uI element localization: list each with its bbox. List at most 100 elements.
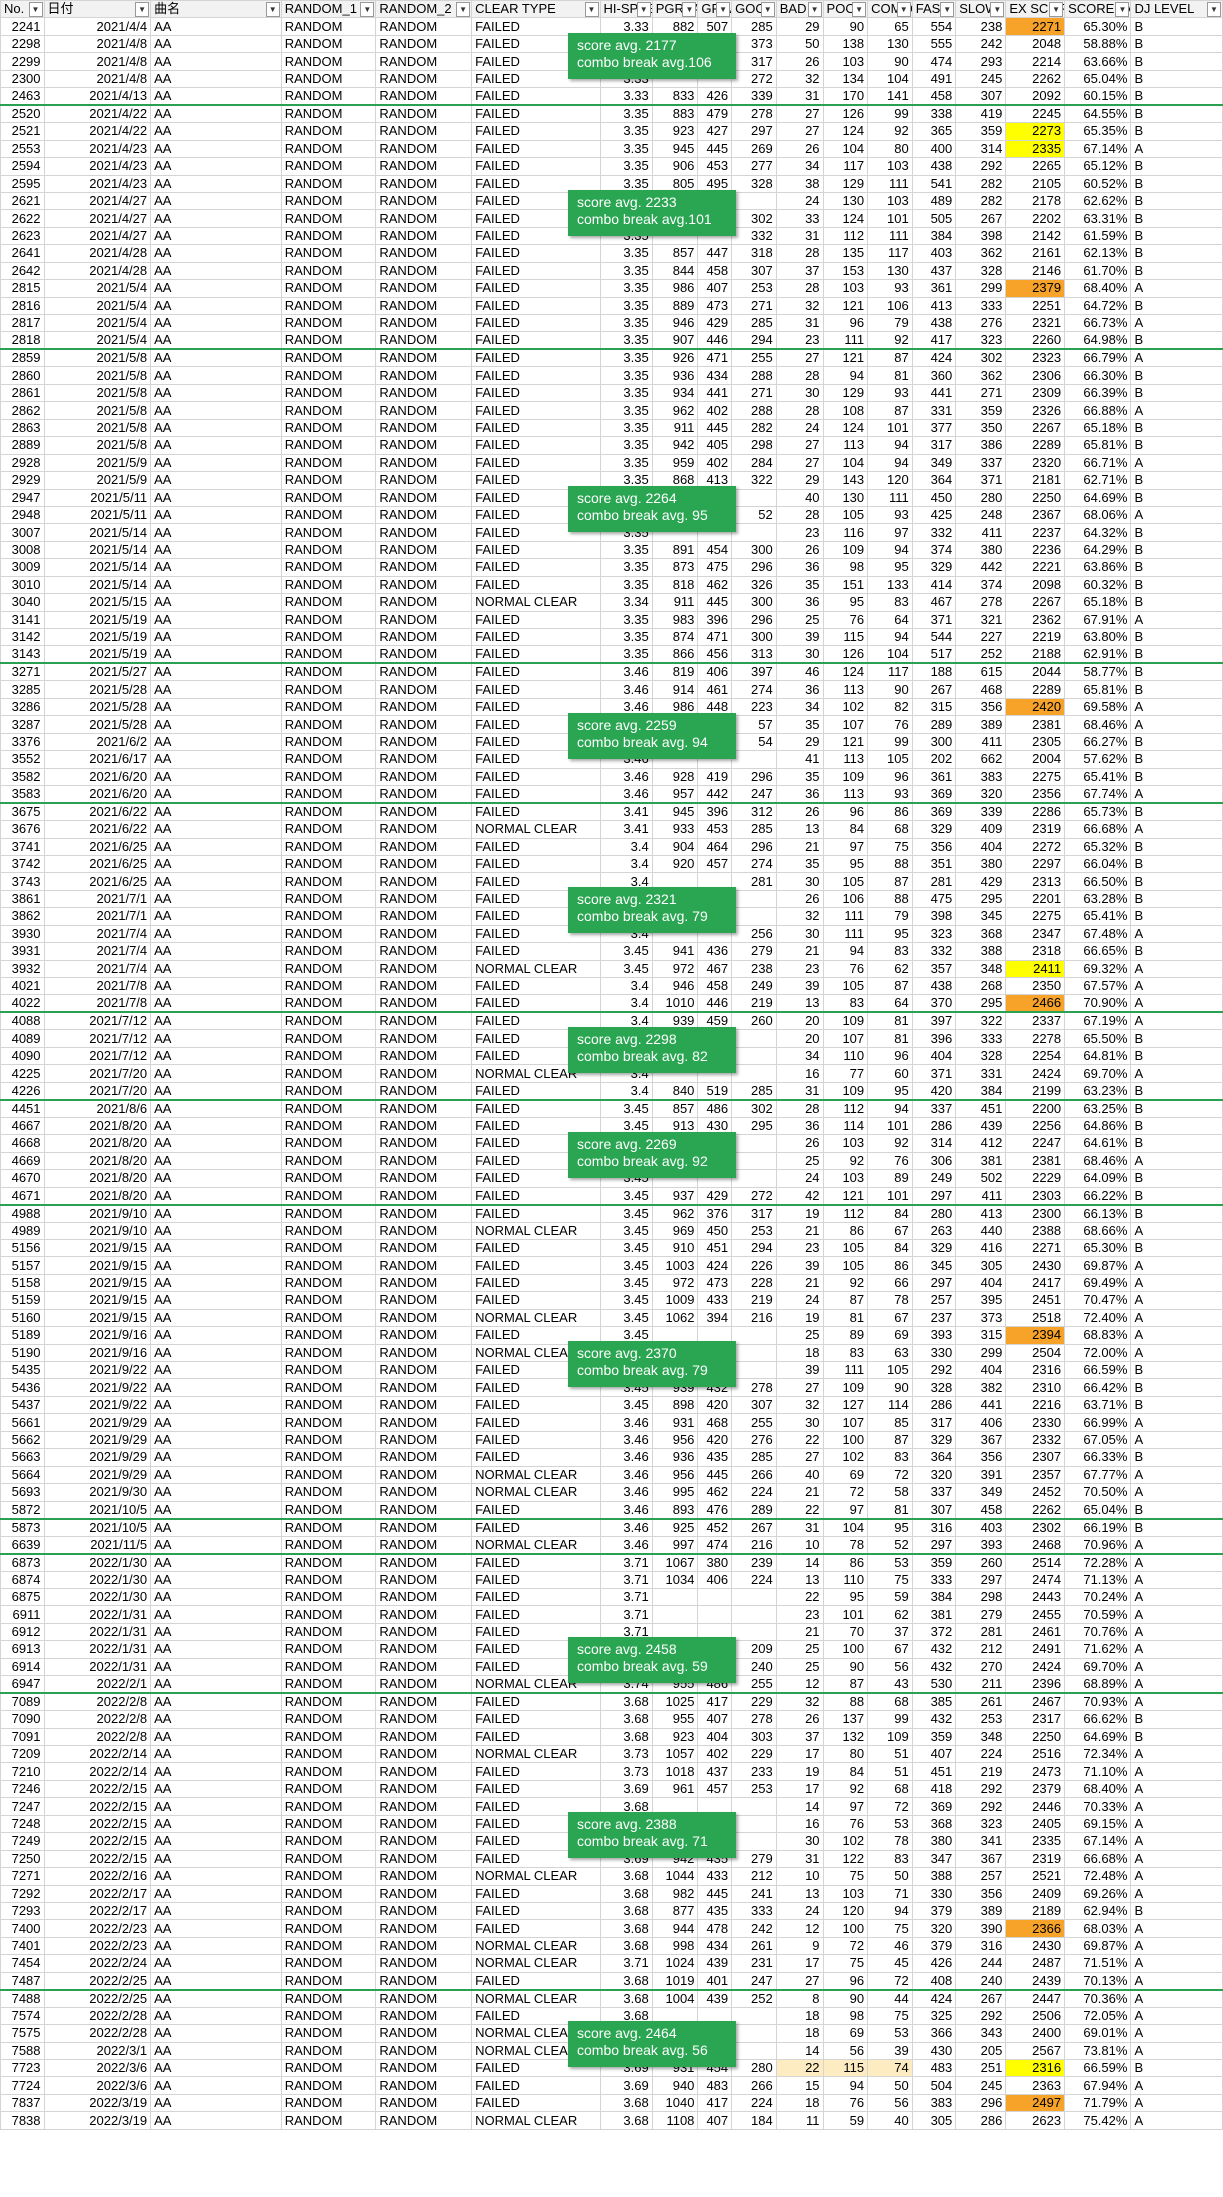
table-cell[interactable]: 289	[731, 1500, 777, 1519]
table-cell[interactable]: RANDOM	[280, 471, 377, 490]
table-cell[interactable]: A	[1130, 959, 1223, 979]
table-cell[interactable]: 111	[867, 488, 913, 507]
table-cell[interactable]: 211	[955, 1675, 1007, 1694]
table-cell[interactable]: 26	[775, 889, 824, 909]
table-cell[interactable]: 14	[775, 2041, 824, 2061]
table-cell[interactable]	[731, 2024, 777, 2043]
table-cell[interactable]: 3.45	[599, 1221, 653, 1240]
table-cell[interactable]: 94	[867, 1901, 913, 1921]
table-cell[interactable]: 65.32%	[1064, 837, 1132, 856]
table-cell[interactable]: RANDOM	[280, 2024, 377, 2043]
table-cell[interactable]: 64.55%	[1064, 104, 1132, 124]
table-cell[interactable]: AA	[150, 1308, 282, 1328]
table-cell[interactable]: 2022/2/25	[43, 1971, 152, 1991]
table-cell[interactable]: 969	[651, 1221, 699, 1240]
table-cell[interactable]: 3008	[0, 540, 45, 560]
table-cell[interactable]: 90	[867, 1378, 913, 1397]
table-cell[interactable]: 2216	[1005, 1395, 1066, 1415]
table-cell[interactable]: FAILED	[471, 1762, 601, 1781]
table-cell[interactable]: 184	[731, 2111, 777, 2130]
table-cell[interactable]: AA	[150, 1500, 282, 1519]
table-cell[interactable]: 2316	[1005, 2058, 1066, 2078]
table-cell[interactable]: RANDOM	[280, 610, 377, 630]
table-cell[interactable]: 87	[867, 1430, 913, 1450]
table-cell[interactable]: B	[1130, 2058, 1223, 2078]
table-cell[interactable]: 227	[955, 627, 1007, 647]
table-cell[interactable]: 2021/4/8	[43, 52, 152, 71]
table-cell[interactable]: 6639	[0, 1535, 45, 1554]
table-cell[interactable]: 326	[731, 575, 777, 595]
table-cell[interactable]: 956	[651, 1465, 699, 1485]
table-cell[interactable]: 2928	[0, 453, 45, 473]
table-cell[interactable]: 92	[867, 1134, 913, 1153]
table-cell[interactable]: 35	[775, 715, 824, 734]
table-cell[interactable]: AA	[150, 732, 282, 752]
table-cell[interactable]: 134	[822, 69, 869, 89]
table-cell[interactable]: FAILED	[471, 1605, 601, 1624]
table-cell[interactable]: 2021/9/22	[43, 1360, 152, 1380]
table-cell[interactable]: 475	[911, 889, 957, 909]
table-cell[interactable]: 69.01%	[1064, 2024, 1132, 2043]
table-cell[interactable]: 83	[867, 1849, 913, 1869]
table-cell[interactable]: 467	[911, 593, 957, 612]
table-cell[interactable]: 72	[867, 1465, 913, 1485]
table-cell[interactable]: 923	[651, 122, 699, 141]
table-cell[interactable]: RANDOM	[375, 1570, 473, 1589]
table-cell[interactable]: 111	[822, 924, 869, 944]
table-cell[interactable]: AA	[150, 1517, 282, 1537]
table-cell[interactable]: B	[1130, 680, 1223, 699]
table-cell[interactable]: 2022/1/30	[43, 1552, 152, 1572]
filter-dropdown-icon[interactable]: ▼	[456, 2, 471, 17]
table-cell[interactable]: 103	[822, 1134, 869, 1153]
table-cell[interactable]: 51	[867, 1744, 913, 1764]
table-cell[interactable]: 430	[911, 2041, 957, 2061]
table-cell[interactable]: FAILED	[471, 296, 601, 316]
table-cell[interactable]: B	[1130, 1029, 1223, 1048]
table-cell[interactable]: A	[1130, 1640, 1223, 1659]
table-cell[interactable]: 457	[697, 854, 733, 874]
table-cell[interactable]: 104	[867, 645, 913, 664]
table-cell[interactable]: 39	[775, 627, 824, 647]
table-cell[interactable]: 30	[775, 1832, 824, 1851]
table-cell[interactable]: 3.68	[599, 1727, 653, 1747]
table-cell[interactable]: RANDOM	[375, 1448, 473, 1467]
table-cell[interactable]: 20	[775, 1011, 824, 1031]
table-cell[interactable]: 261	[955, 1692, 1007, 1712]
table-cell[interactable]: 2022/2/15	[43, 1849, 152, 1869]
table-cell[interactable]: 98	[822, 558, 869, 577]
table-cell[interactable]: 292	[955, 2006, 1007, 2026]
table-cell[interactable]: 2302	[1005, 1517, 1066, 1537]
table-cell[interactable]: RANDOM	[375, 1517, 473, 1537]
table-cell[interactable]: 2021/5/28	[43, 697, 152, 717]
table-cell[interactable]: 104	[822, 139, 869, 159]
table-cell[interactable]: 238	[731, 959, 777, 979]
table-cell[interactable]: 58.88%	[1064, 34, 1132, 54]
table-cell[interactable]: 68	[867, 1692, 913, 1712]
table-cell[interactable]: 21	[775, 942, 824, 961]
table-cell[interactable]: 5436	[0, 1378, 45, 1397]
table-cell[interactable]: 1040	[651, 2093, 699, 2113]
table-cell[interactable]: 76	[822, 959, 869, 979]
table-cell[interactable]: 366	[911, 2024, 957, 2043]
table-cell[interactable]: 202	[911, 750, 957, 769]
table-cell[interactable]: 440	[955, 1221, 1007, 1240]
table-cell[interactable]: 995	[651, 1483, 699, 1502]
table-cell[interactable]: NORMAL CLEAR	[471, 1867, 601, 1886]
table-cell[interactable]: RANDOM	[375, 907, 473, 926]
table-cell[interactable]: 279	[731, 1849, 777, 1869]
table-cell[interactable]: 2272	[1005, 837, 1066, 856]
table-cell[interactable]: 476	[697, 1500, 733, 1519]
table-cell[interactable]: 271	[731, 383, 777, 403]
table-cell[interactable]: 3.4	[599, 854, 653, 874]
table-cell[interactable]: 286	[911, 1116, 957, 1136]
table-cell[interactable]: 2021/7/1	[43, 889, 152, 909]
table-cell[interactable]: A	[1130, 1849, 1223, 1869]
table-cell[interactable]: 381	[955, 1151, 1007, 1171]
table-cell[interactable]: 107	[822, 715, 869, 734]
table-cell[interactable]: 276	[731, 1430, 777, 1450]
table-cell[interactable]: 30	[775, 924, 824, 944]
table-cell[interactable]: RANDOM	[375, 436, 473, 455]
table-cell[interactable]: 35	[775, 767, 824, 787]
table-cell[interactable]: 404	[955, 837, 1007, 856]
table-cell[interactable]: 945	[651, 802, 699, 822]
